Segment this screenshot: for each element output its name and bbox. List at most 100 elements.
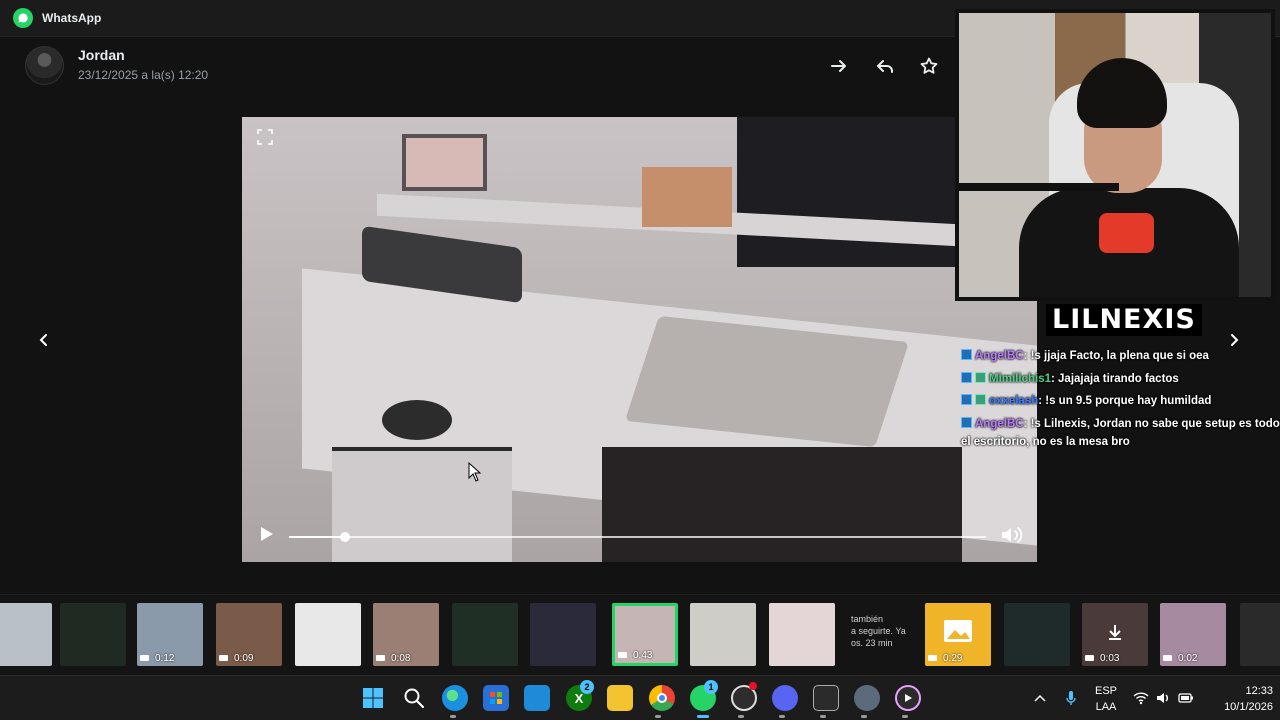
video-frame-mouse	[382, 400, 452, 440]
xbox-badge: 2	[580, 680, 594, 694]
running-indicator	[820, 715, 826, 718]
media-thumbnail[interactable]: también a seguirte. Ya os. 23 min	[847, 603, 913, 666]
clock-time[interactable]: 12:33	[1203, 685, 1273, 697]
thumbnail-duration: 0:09	[219, 653, 253, 664]
widgets-icon[interactable]	[524, 685, 550, 711]
star-icon[interactable]	[917, 54, 941, 78]
contact-name: Jordan	[78, 47, 125, 63]
media-thumbnail[interactable]: 0:12	[137, 603, 203, 666]
media-thumbnail[interactable]	[1004, 603, 1070, 666]
progress-bar[interactable]	[289, 532, 986, 542]
running-indicator	[450, 715, 456, 718]
chrome-icon[interactable]	[649, 685, 675, 711]
previous-media-arrow-icon[interactable]	[30, 326, 58, 354]
duration-label: 0:03	[1100, 653, 1120, 664]
media-player-icon[interactable]	[895, 685, 921, 711]
chat-message: AngelBC: !s Lilnexis, Jordan no sabe que…	[961, 415, 1280, 451]
media-thumbnail[interactable]	[295, 603, 361, 666]
chat-message: Mimilichis1: Jajajaja tirando factos	[961, 370, 1280, 388]
file-explorer-icon[interactable]	[607, 685, 633, 711]
reply-icon[interactable]	[873, 54, 897, 78]
video-camera-icon	[1163, 655, 1172, 661]
thumbnail-text: también a seguirte. Ya os. 23 min	[851, 614, 906, 648]
download-icon	[1109, 625, 1121, 640]
streamer-webcam	[955, 9, 1275, 301]
duration-label: 0:29	[943, 653, 963, 664]
webcam-microphone	[1099, 213, 1154, 253]
badge-icon	[961, 349, 972, 360]
speaker-icon[interactable]	[1155, 690, 1171, 706]
forward-icon[interactable]	[827, 54, 851, 78]
edge-icon[interactable]	[442, 685, 468, 711]
thumbnail-duration: 0:02	[1163, 653, 1197, 664]
store-icon[interactable]	[483, 685, 509, 711]
video-frame-photo	[402, 134, 487, 191]
app-title: WhatsApp	[42, 11, 102, 25]
taskbar: X 2 1 ESP LAA 12:33 10/1/2026	[0, 675, 1280, 720]
wifi-icon[interactable]	[1133, 690, 1149, 706]
video-player[interactable]	[242, 117, 1037, 562]
duration-label: 0:08	[391, 653, 411, 664]
discord-icon[interactable]	[772, 685, 798, 711]
media-thumbnail[interactable]: 0:03	[1082, 603, 1148, 666]
keyboard-layout[interactable]: LAA	[1093, 701, 1119, 713]
chat-username: AngelBC	[975, 350, 1024, 362]
expand-icon[interactable]	[256, 128, 274, 146]
running-indicator	[655, 715, 661, 718]
badge-icon	[961, 371, 972, 383]
progress-fill	[289, 536, 345, 538]
chat-message: AngelBC: !s jjaja Facto, la plena que si…	[961, 347, 1280, 365]
media-thumbnail[interactable]	[690, 603, 756, 666]
settings-icon[interactable]	[854, 685, 880, 711]
media-thumbnail[interactable]: 0:43	[612, 603, 678, 666]
media-thumbnail[interactable]	[530, 603, 596, 666]
media-thumbnail[interactable]	[452, 603, 518, 666]
media-thumbnail[interactable]	[769, 603, 835, 666]
running-indicator	[738, 715, 744, 718]
chat-message: oxxelash: !s un 9.5 porque hay humildad	[961, 392, 1280, 410]
active-indicator	[697, 715, 709, 718]
streamer-name: LILNEXIS	[1046, 304, 1202, 336]
media-thumbnail[interactable]	[1240, 603, 1280, 666]
obs-icon[interactable]	[813, 685, 839, 711]
duration-label: 0:02	[1178, 653, 1198, 664]
media-thumbnail[interactable]	[0, 603, 52, 666]
media-thumbnail[interactable]	[60, 603, 126, 666]
chat-username: AngelBC	[975, 417, 1024, 430]
clock-date[interactable]: 10/1/2026	[1203, 701, 1273, 713]
message-timestamp: 23/12/2025 a la(s) 12:20	[78, 68, 209, 82]
windows-start-icon[interactable]	[360, 685, 386, 711]
running-indicator	[861, 715, 867, 718]
image-icon	[944, 620, 972, 642]
running-indicator	[902, 715, 908, 718]
video-frame-box	[642, 167, 732, 227]
stream-chat: AngelBC: !s jjaja Facto, la plena que si…	[961, 347, 1280, 455]
search-icon[interactable]	[401, 685, 427, 711]
play-icon[interactable]	[256, 524, 276, 544]
microphone-icon[interactable]	[1063, 690, 1079, 706]
media-thumbnail[interactable]: 0:02	[1160, 603, 1226, 666]
chat-username: oxxelash	[989, 395, 1039, 407]
media-thumbnail-strip: 0:12 0:09 0:08 0:43 también a seguirte. Ya o…	[0, 594, 1280, 674]
duration-label: 0:43	[633, 650, 653, 661]
video-controls	[242, 512, 1037, 562]
chevron-up-icon[interactable]	[1032, 690, 1048, 706]
chat-username: Mimilichis1	[989, 372, 1051, 385]
media-thumbnail[interactable]: 0:08	[373, 603, 439, 666]
video-camera-icon	[1085, 655, 1094, 661]
media-thumbnail[interactable]: 0:09	[216, 603, 282, 666]
chat-text: : !s un 9.5 porque hay humildad	[1038, 395, 1212, 407]
mouse-cursor-icon	[468, 462, 482, 482]
media-thumbnail[interactable]: 0:29	[925, 603, 991, 666]
whatsapp-media-viewer: WhatsApp Jordan 23/12/2025 a la(s) 12:20	[0, 0, 1280, 720]
battery-icon[interactable]	[1178, 690, 1194, 706]
progress-knob[interactable]	[339, 532, 350, 542]
keyboard-language[interactable]: ESP	[1093, 685, 1119, 697]
avatar[interactable]	[25, 46, 64, 85]
audio-icon	[928, 655, 937, 661]
notification-dot-icon	[749, 682, 757, 690]
volume-icon[interactable]	[999, 523, 1025, 547]
badge-icon	[961, 416, 972, 428]
chat-text: : !s jjaja Facto, la plena que si oea	[1023, 350, 1209, 362]
whatsapp-badge: 1	[704, 680, 718, 694]
